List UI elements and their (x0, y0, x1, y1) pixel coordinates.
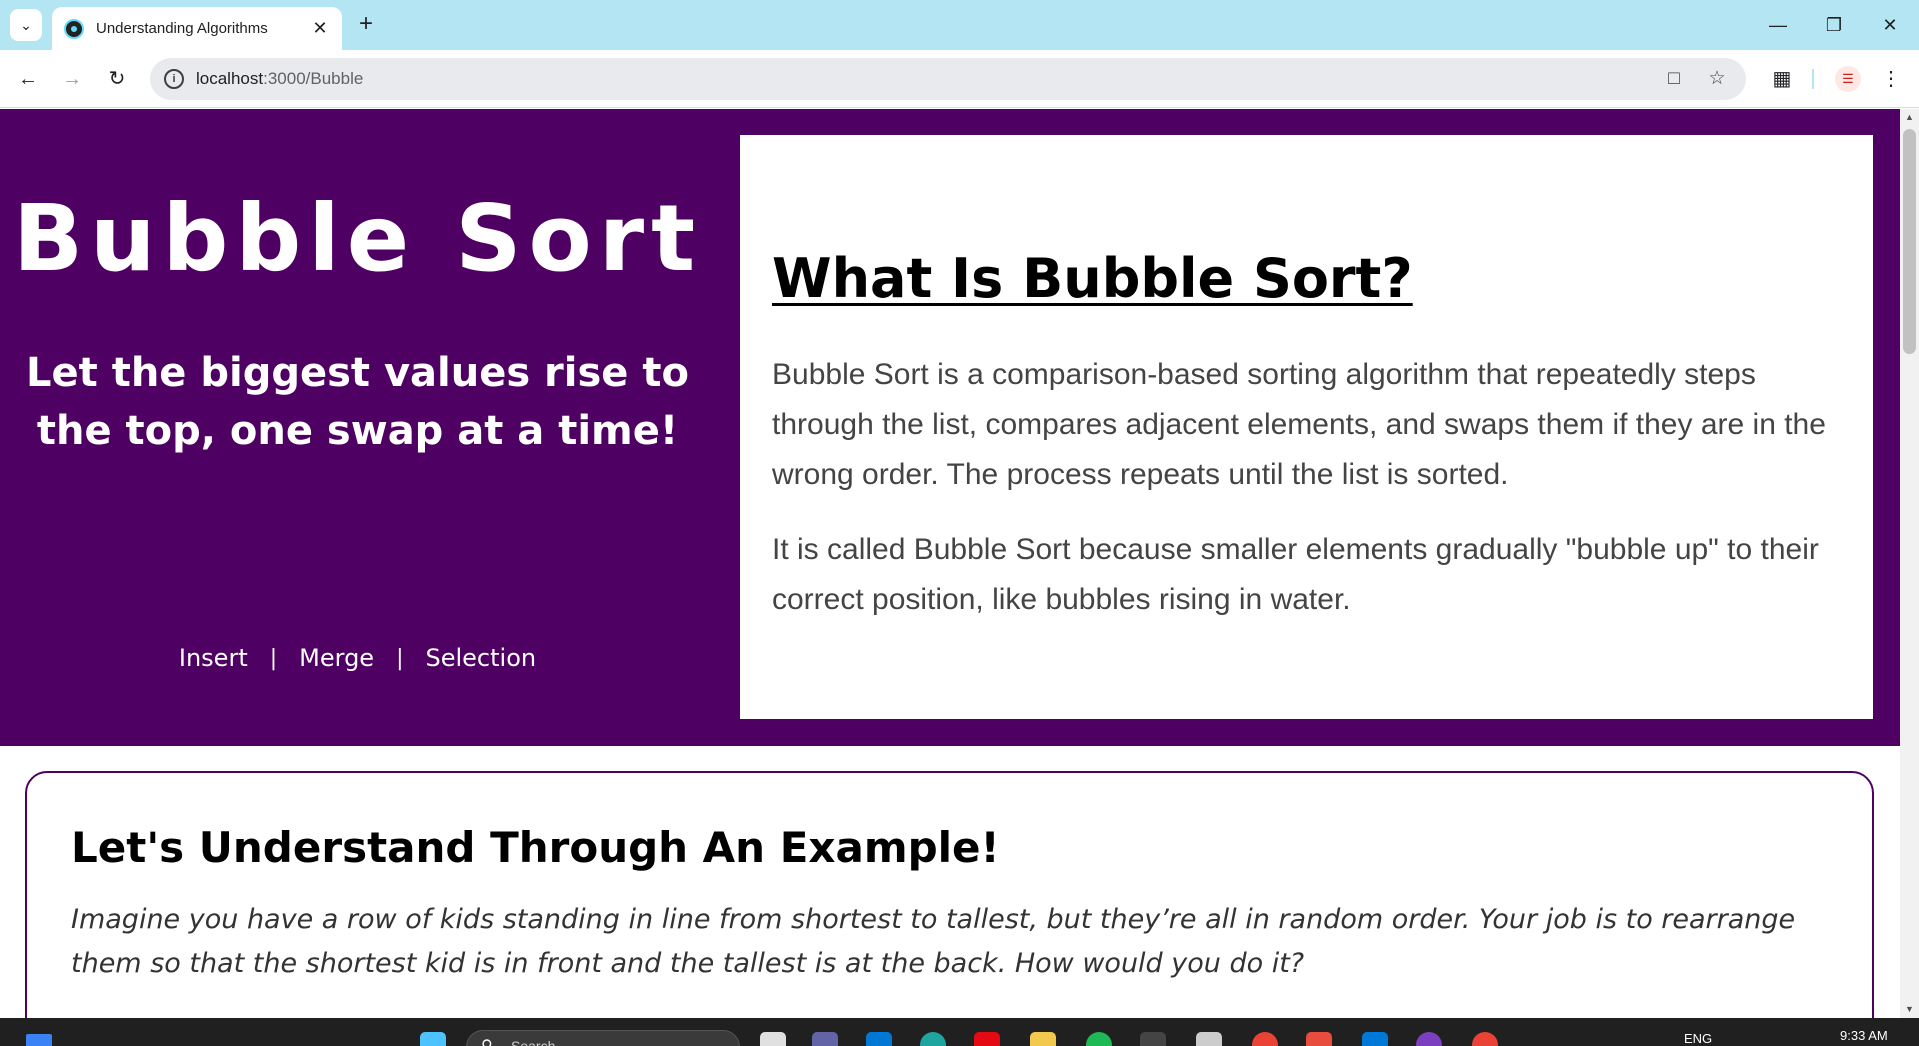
hero-subtitle: Let the biggest values rise to the top, … (26, 350, 689, 454)
url-host: localhost (196, 69, 264, 88)
windows-start-icon[interactable] (26, 1034, 52, 1046)
url-text[interactable]: localhost:3000/Bubble (196, 69, 363, 89)
back-button[interactable]: ← (14, 65, 42, 93)
clock-time[interactable]: 9:33 AM (1840, 1028, 1888, 1043)
example-text: Imagine you have a row of kids standing … (71, 904, 1796, 979)
kebab-menu-icon: ⋮ (1881, 68, 1901, 90)
scrollbar-thumb[interactable] (1903, 129, 1916, 354)
chrome-active-icon[interactable] (1472, 1032, 1498, 1046)
page-title: Bubble Sort (12, 185, 703, 292)
folder-icon[interactable] (1030, 1032, 1056, 1046)
close-icon[interactable]: ✕ (310, 18, 330, 39)
page-viewport: Bubble Sort Let the biggest values rise … (0, 109, 1900, 1018)
restore-window-button[interactable]: ❐ (1814, 10, 1854, 40)
taskbar-search-placeholder: Search (511, 1038, 556, 1046)
browser-menu-button[interactable]: ⋮ (1877, 65, 1905, 93)
info-icon[interactable]: i (164, 69, 184, 89)
nav-link-merge[interactable]: Merge (299, 644, 374, 672)
hero-left-panel: Bubble Sort Let the biggest values rise … (0, 109, 715, 746)
new-tab-button[interactable]: + (352, 11, 380, 39)
os-taskbar: ⚲ Search ENG 9:33 AM (0, 1018, 1919, 1046)
install-app-icon[interactable]: □ (1662, 67, 1686, 91)
nav-link-selection[interactable]: Selection (426, 644, 537, 672)
text-app-icon[interactable] (1140, 1032, 1166, 1046)
scroll-down-arrow-icon[interactable]: ▼ (1900, 1001, 1919, 1018)
app-purple-icon[interactable] (1416, 1032, 1442, 1046)
nav-separator: | (396, 645, 404, 671)
card-heading: What Is Bubble Sort? (772, 247, 1413, 310)
netflix-icon[interactable] (974, 1032, 1000, 1046)
minimize-window-button[interactable]: — (1758, 10, 1798, 40)
react-favicon-icon (64, 18, 84, 39)
tab-title: Understanding Algorithms (96, 20, 268, 37)
profile-avatar[interactable]: ☰ (1835, 66, 1861, 92)
reload-icon: ↻ (108, 68, 126, 90)
spotify-icon[interactable] (1086, 1032, 1112, 1046)
page-scrollbar[interactable]: ▲ ▼ (1900, 109, 1919, 1018)
puzzle-icon: ▦ (1772, 68, 1792, 90)
task-view-icon[interactable] (760, 1032, 786, 1046)
card-paragraph-2: It is called Bubble Sort because smaller… (772, 533, 1819, 616)
url-path: :3000/Bubble (263, 69, 364, 88)
arrow-right-icon: → (62, 68, 82, 90)
windows-logo-icon[interactable] (420, 1032, 446, 1046)
reload-button[interactable]: ↻ (103, 65, 131, 93)
toolbar-divider (1812, 69, 1814, 89)
example-heading: Let's Understand Through An Example! (71, 823, 1000, 872)
scroll-up-arrow-icon[interactable]: ▲ (1900, 109, 1919, 126)
algorithm-nav: Insert | Merge | Selection (0, 644, 715, 672)
extensions-button[interactable]: ▦ (1768, 65, 1796, 93)
app-icon[interactable] (1196, 1032, 1222, 1046)
address-bar[interactable]: i localhost:3000/Bubble □ ☆ (150, 58, 1746, 100)
language-indicator[interactable]: ENG (1684, 1031, 1712, 1046)
browser-toolbar: ← → ↻ i localhost:3000/Bubble □ ☆ ▦ ⋮ (0, 50, 1919, 108)
minimize-icon: — (1769, 15, 1787, 35)
star-icon[interactable]: ☆ (1705, 67, 1729, 91)
nav-separator: | (269, 645, 278, 671)
nav-link-insert[interactable]: Insert (179, 644, 248, 672)
store-icon[interactable] (866, 1032, 892, 1046)
app-red-icon[interactable] (1306, 1032, 1332, 1046)
chrome-icon[interactable] (1252, 1032, 1278, 1046)
arrow-left-icon: ← (18, 68, 38, 90)
plus-icon: + (358, 10, 373, 37)
close-icon: ✕ (1882, 15, 1898, 35)
edge-icon[interactable] (920, 1032, 946, 1046)
hero-section: Bubble Sort Let the biggest values rise … (0, 109, 1900, 746)
teams-icon[interactable] (812, 1032, 838, 1046)
search-icon: ⚲ (481, 1036, 493, 1046)
taskbar-search[interactable]: ⚲ Search (466, 1030, 740, 1046)
vscode-icon[interactable] (1362, 1032, 1388, 1046)
close-window-button[interactable]: ✕ (1870, 10, 1910, 40)
chevron-down-icon: ⌄ (20, 16, 32, 33)
example-section: Let's Understand Through An Example! Ima… (25, 771, 1874, 1018)
tab-search-button[interactable]: ⌄ (10, 9, 42, 41)
what-is-card: What Is Bubble Sort? Bubble Sort is a co… (740, 135, 1873, 719)
forward-button[interactable]: → (58, 65, 86, 93)
card-paragraph-1: Bubble Sort is a comparison-based sortin… (772, 358, 1826, 491)
browser-tab-strip: ⌄ Understanding Algorithms ✕ + — ❐ ✕ (0, 0, 1919, 50)
browser-tab-active[interactable]: Understanding Algorithms ✕ (52, 7, 342, 50)
restore-icon: ❐ (1825, 15, 1843, 35)
